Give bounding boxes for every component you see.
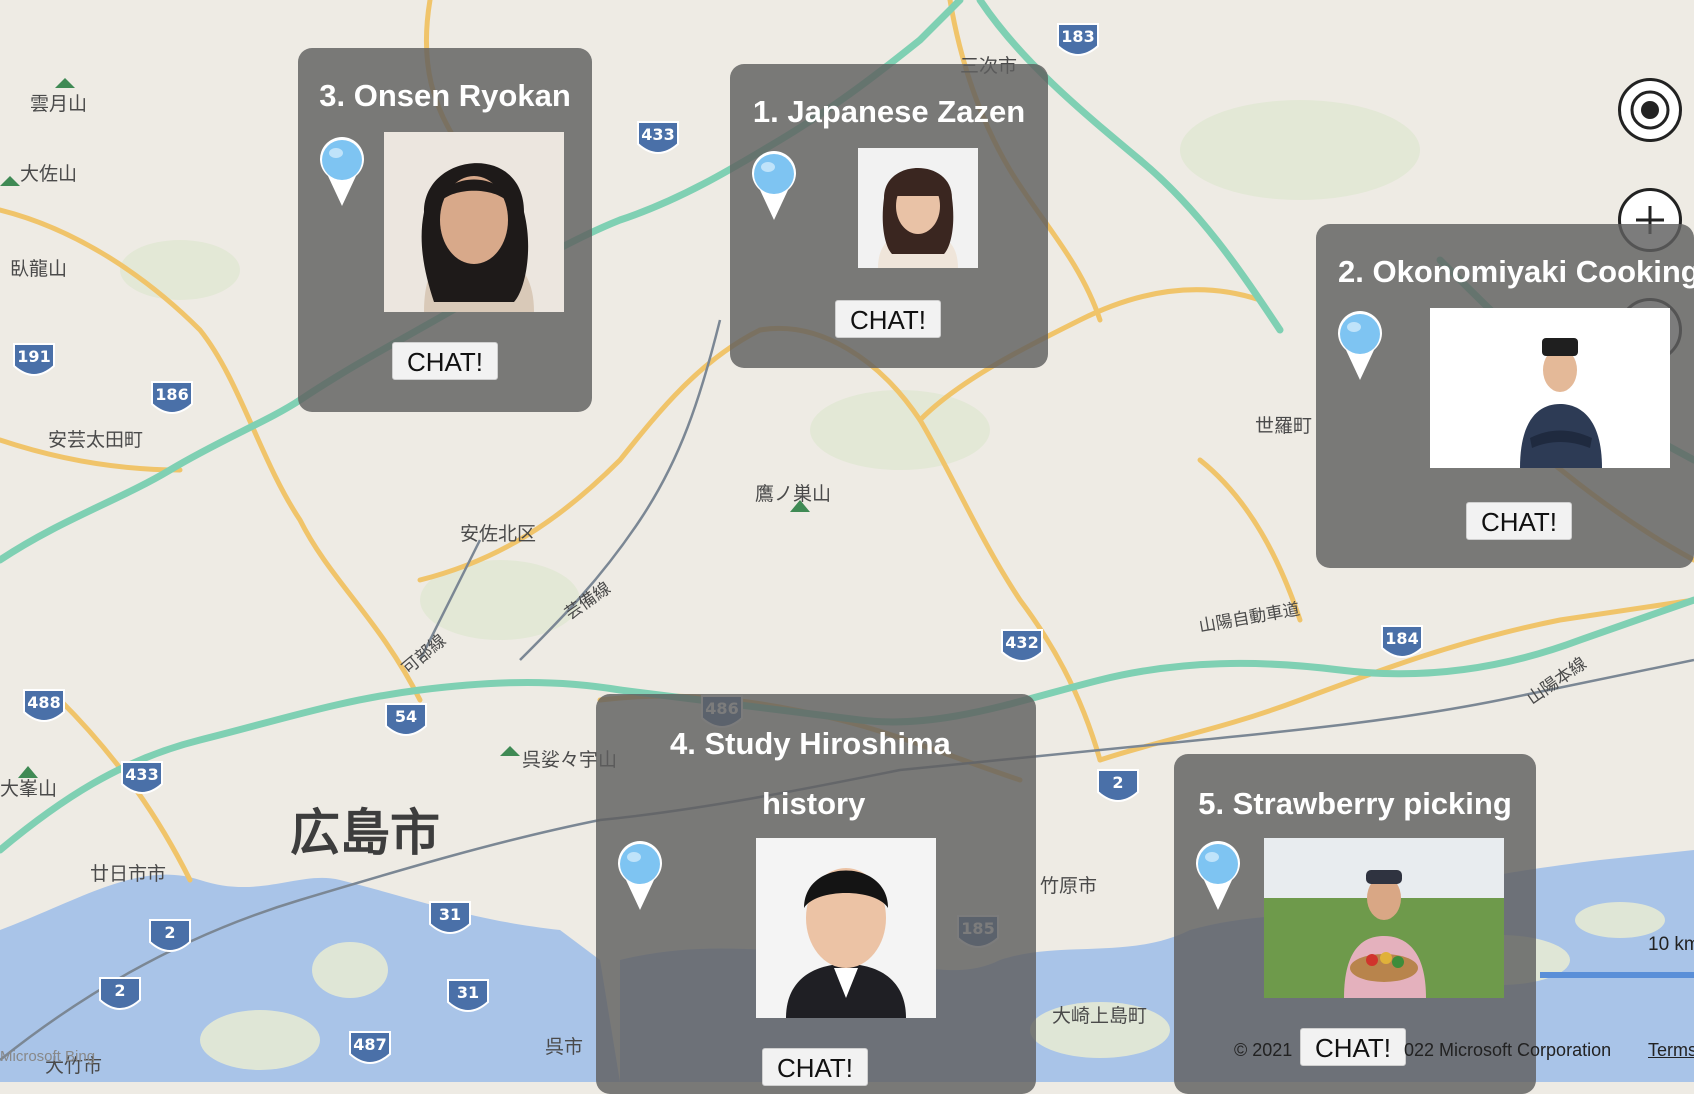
route-shield-number: 31 — [439, 905, 461, 924]
map-label-okamine: 大峯山 — [0, 778, 57, 800]
chat-button[interactable]: CHAT! — [1466, 502, 1572, 540]
map-label-osayama: 大佐山 — [20, 163, 77, 185]
map-label-kure: 呉市 — [545, 1036, 583, 1058]
map-label-osakikami: 大崎上島町 — [1052, 1005, 1147, 1027]
route-shield: 183 — [1057, 23, 1099, 56]
route-shield-number: 184 — [1385, 629, 1418, 648]
scale-label: 10 km — [1648, 934, 1694, 955]
card-okonomiyaki-cooking: 2. Okonomiyaki Cooking CHAT! — [1316, 224, 1694, 568]
host-photo — [1264, 838, 1504, 998]
map-pin-icon[interactable] — [616, 840, 664, 912]
route-shield-number: 487 — [353, 1035, 386, 1054]
route-shield-number: 191 — [17, 347, 50, 366]
map-label-hiroshima: 広島市 — [290, 804, 440, 862]
map-label-asakita: 安佐北区 — [460, 523, 536, 545]
route-shield: 433 — [121, 761, 163, 794]
host-photo — [384, 132, 564, 312]
route-shield-number: 488 — [27, 693, 60, 712]
chat-button[interactable]: CHAT! — [1300, 1028, 1406, 1066]
route-shield: 487 — [349, 1031, 391, 1064]
copyright-text: © 2021 — [1234, 1040, 1292, 1061]
route-shield: 2 — [149, 919, 191, 952]
map-pin-icon[interactable] — [1194, 840, 1242, 912]
route-shield: 2 — [1097, 769, 1139, 802]
card-title: 5. Strawberry picking — [1198, 786, 1512, 821]
host-photo — [858, 148, 978, 268]
route-shield-number: 433 — [641, 125, 674, 144]
route-shield: 2 — [99, 977, 141, 1010]
card-japanese-zazen: 1. Japanese Zazen CHAT! — [730, 64, 1048, 368]
card-title: 2. Okonomiyaki Cooking — [1338, 254, 1694, 289]
map-label-garyuzan: 臥龍山 — [10, 258, 67, 280]
bing-logo: Microsoft Bing — [0, 1048, 95, 1065]
locate-button[interactable] — [1618, 78, 1682, 142]
route-shield-number: 183 — [1061, 27, 1094, 46]
copyright-company: 022 Microsoft Corporation — [1404, 1040, 1612, 1060]
route-shield: 186 — [151, 381, 193, 414]
copyright-text-2: 022 Microsoft Corporation — [1404, 1040, 1611, 1061]
route-shield-number: 186 — [155, 385, 188, 404]
route-shield: 54 — [385, 703, 427, 736]
chat-button[interactable]: CHAT! — [392, 342, 498, 380]
map-pin-icon[interactable] — [1336, 310, 1384, 382]
card-title: 1. Japanese Zazen — [752, 94, 1026, 129]
map-label-takanosu: 鷹ノ巣山 — [755, 483, 831, 505]
route-shield: 31 — [447, 979, 489, 1012]
map-label-hatsukaichi: 廿日市市 — [90, 863, 166, 885]
route-shield: 191 — [13, 343, 55, 376]
map-pin-icon[interactable] — [750, 150, 798, 222]
route-shield: 184 — [1381, 625, 1423, 658]
card-onsen-ryokan: 3. Onsen Ryokan CHAT! — [298, 48, 592, 412]
map-label-akiota: 安芸太田町 — [48, 429, 143, 451]
card-study-hiroshima-history: 4. Study Hiroshima history CHAT! — [596, 694, 1036, 1094]
copyright-year: © 2021 — [1234, 1040, 1293, 1060]
host-photo — [756, 838, 936, 1018]
map-pin-icon[interactable] — [318, 136, 366, 208]
map-label-sera: 世羅町 — [1255, 415, 1312, 437]
route-shield-number: 2 — [114, 981, 125, 1000]
route-shield: 432 — [1001, 629, 1043, 662]
route-shield-number: 31 — [457, 983, 479, 1002]
map-label-takehara: 竹原市 — [1040, 875, 1097, 897]
card-title-line1: 4. Study Hiroshima — [670, 726, 951, 761]
route-shield-number: 2 — [1112, 773, 1123, 792]
card-title-line2: history — [762, 786, 866, 821]
route-shield: 488 — [23, 689, 65, 722]
host-photo — [1430, 308, 1670, 468]
bing-logo-label: Microsoft Bing — [0, 1048, 96, 1065]
route-shield-number: 432 — [1005, 633, 1038, 652]
terms-link[interactable]: Terms — [1648, 1040, 1694, 1061]
chat-button[interactable]: CHAT! — [835, 300, 941, 338]
chat-button[interactable]: CHAT! — [762, 1048, 868, 1086]
route-shield: 31 — [429, 901, 471, 934]
route-shield-number: 433 — [125, 765, 158, 784]
terms-label[interactable]: Terms — [1648, 1040, 1694, 1060]
card-title: 3. Onsen Ryokan — [319, 78, 571, 113]
locate-target-icon — [1630, 90, 1670, 130]
route-shield-number: 2 — [164, 923, 175, 942]
map-label-kumogatsu: 雲月山 — [30, 93, 87, 115]
route-shield: 433 — [637, 121, 679, 154]
route-shield-number: 54 — [395, 707, 417, 726]
